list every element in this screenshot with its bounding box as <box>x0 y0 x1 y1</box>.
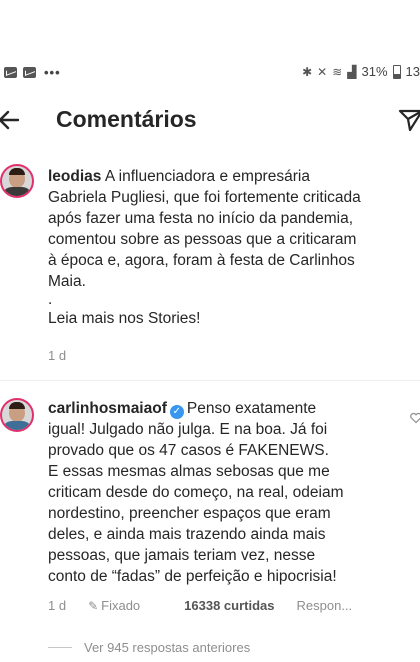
comment-text-line: nordestino, preencher espaços que eram <box>48 505 331 522</box>
send-icon[interactable] <box>398 108 420 132</box>
mail-icon <box>23 67 36 78</box>
comment-text-line: após fazer uma festa no início da pandem… <box>48 210 354 227</box>
pinned-label: ✎ Fixado <box>88 598 162 613</box>
comment-username[interactable]: carlinhosmaiaof <box>48 400 167 417</box>
comment-text-line: comentou sobre as pessoas que a criticar… <box>48 231 357 248</box>
avatar[interactable] <box>0 398 34 432</box>
battery-icon <box>392 64 401 79</box>
divider <box>0 380 420 381</box>
bluetooth-icon: ✱ <box>302 64 313 79</box>
comment-time: 1 d <box>48 598 67 613</box>
heart-icon[interactable] <box>410 412 420 424</box>
verified-icon: ✓ <box>169 405 184 419</box>
signal-icon: ▟ <box>347 64 357 79</box>
comment-username[interactable]: leodias <box>48 168 101 185</box>
reply-button[interactable]: Respon... <box>297 598 353 613</box>
mute-icon: ✕ <box>317 64 328 79</box>
more-notifications-icon: ••• <box>44 65 61 80</box>
comment-text-line: conto de “fadas” de perfeição e hipocris… <box>48 568 337 585</box>
status-bar: ••• ✱ ✕ ≋ ▟ 31% 13 <box>0 58 420 88</box>
comment-text-line: igual! Julgado não julga. E na boa. Já f… <box>48 421 328 438</box>
comment-text-line: Gabriela Pugliesi, que foi fortemente cr… <box>48 189 361 206</box>
page-title: Comentários <box>56 106 197 132</box>
mail-icon <box>4 67 17 78</box>
comment-text-line: à época e, agora, foram à festa de Carli… <box>48 252 355 269</box>
comment-text-line: . <box>48 291 53 308</box>
back-arrow-icon[interactable] <box>0 108 20 132</box>
comment-text-line: Penso exatamente <box>186 400 317 417</box>
wifi-icon: ≋ <box>332 64 343 79</box>
header: Comentários <box>0 96 420 148</box>
status-notifications: ••• <box>4 65 61 80</box>
status-system: ✱ ✕ ≋ ▟ 31% 13 <box>302 64 420 79</box>
comment-body: carlinhosmaiaof ✓ Penso exatamente igual! … <box>48 398 378 587</box>
view-more-replies-label: Ver 945 respostas anteriores <box>84 640 251 655</box>
battery-percent: 31% <box>361 64 388 79</box>
comment-text-line: E essas mesmas almas sebosas que me <box>48 463 330 480</box>
comment-meta: 1 d <box>48 348 88 363</box>
comment-text-line: Maia. <box>48 273 86 290</box>
avatar[interactable] <box>0 164 34 198</box>
comment-text-line: deles, e ainda mais trazendo ainda mais <box>48 526 326 543</box>
comment-text-line: Leia mais nos Stories! <box>48 310 201 327</box>
replies-divider <box>48 647 72 648</box>
pin-icon: ✎ <box>88 599 99 613</box>
comment-time: 1 d <box>48 348 67 363</box>
clock: 13 <box>405 64 420 79</box>
likes-count[interactable]: 16338 curtidas <box>184 598 274 613</box>
comment-text-line: A influenciadora e empresária <box>104 168 310 185</box>
comment-text-line: pessoas, que jamais teriam vez, nesse <box>48 547 316 564</box>
comment-body: leodias A influenciadora e empresária Ga… <box>48 166 378 329</box>
comment-text-line: criticam desde do começo, na real, odeia… <box>48 484 344 501</box>
pinned-text: Fixado <box>101 598 141 613</box>
view-more-replies[interactable]: Ver 945 respostas anteriores <box>48 640 250 655</box>
comment-text-line: provado que os 47 casos é FAKENEWS. <box>48 442 329 459</box>
comment-meta: 1 d ✎ Fixado 16338 curtidas Respon... <box>48 598 374 613</box>
